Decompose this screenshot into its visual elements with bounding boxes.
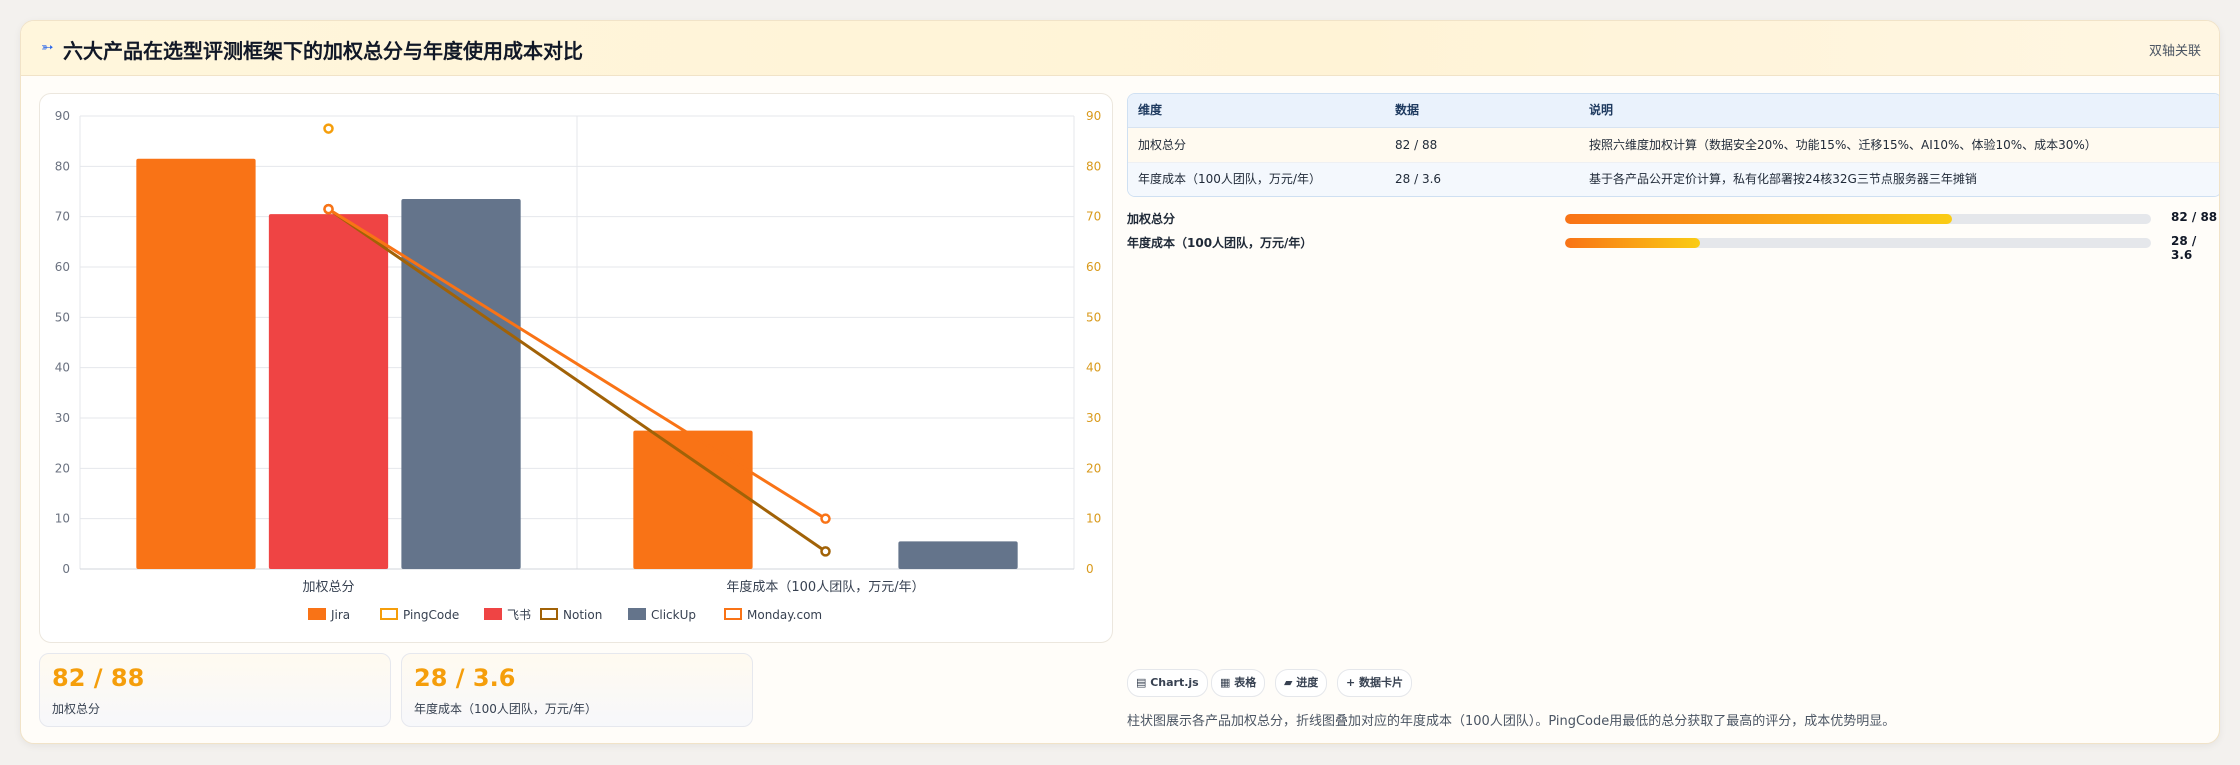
- legend-label-PingCode: PingCode: [403, 608, 459, 622]
- bar-ClickUp: [898, 541, 1018, 569]
- table-header-cell: 维度: [1138, 103, 1163, 117]
- bar-飞书: [268, 214, 389, 569]
- y2-tick-label: 20: [1086, 461, 1101, 475]
- legend-swatch-飞书: [484, 608, 502, 620]
- legend-swatch-Notion: [540, 608, 558, 620]
- legend-label-ClickUp: ClickUp: [651, 608, 696, 622]
- y-tick-label: 50: [55, 310, 70, 324]
- dashboard-card: ➳ 六大产品在选型评测框架下的加权总分与年度使用成本对比 双轴关联 0 0 10 10…: [20, 20, 2220, 744]
- chart-caption: 柱状图展示各产品加权总分，折线图叠加对应的年度成本（100人团队）。PingCo…: [1127, 714, 1896, 729]
- table-row: 加权总分 82 / 88 按照六维度加权计算（数据安全20%、功能15%、迁移1…: [1128, 128, 2219, 163]
- table-cell: 28 / 3.6: [1395, 172, 1442, 186]
- blue-arrow-icon: ➳: [41, 38, 54, 56]
- y2-tick-label: 90: [1086, 109, 1101, 123]
- table-cell: 基于各产品公开定价计算，私有化部署按24核32G三节点服务器三年摊销: [1589, 172, 1977, 186]
- y2-tick-label: 0: [1086, 562, 1094, 576]
- point-Notion: [820, 546, 831, 557]
- y2-tick-label: 60: [1086, 260, 1101, 274]
- progress-fill: [1565, 238, 1700, 248]
- legend-swatch-PingCode: [380, 608, 398, 620]
- legend-label-Monday.com: Monday.com: [747, 608, 822, 622]
- progress-row-cost: 年度成本（100人团队，万元/年） 28 / 3.6: [1127, 232, 2219, 262]
- legend-label-飞书: 飞书: [507, 608, 531, 622]
- progress-value: 28 / 3.6: [2171, 234, 2197, 262]
- legend-label-Jira: Jira: [330, 608, 350, 622]
- y-tick-label: 10: [55, 512, 70, 526]
- y-tick-label: 30: [55, 411, 70, 425]
- bar-ClickUp: [401, 199, 521, 570]
- y-tick-label: 60: [55, 260, 70, 274]
- y2-tick-label: 30: [1086, 411, 1101, 425]
- y2-tick-label: 80: [1086, 159, 1101, 173]
- y2-tick-label: 70: [1086, 210, 1101, 224]
- y-tick-label: 20: [55, 461, 70, 475]
- progress-track: [1565, 238, 2151, 248]
- progress-row-score: 加权总分 82 / 88: [1127, 208, 2219, 228]
- stat-label: 年度成本（100人团队，万元/年）: [414, 702, 597, 716]
- table-cell: 年度成本（100人团队，万元/年）: [1138, 172, 1321, 186]
- progress-label: 加权总分: [1127, 212, 1176, 226]
- x-tick-label: 年度成本（100人团队，万元/年）: [726, 579, 924, 595]
- point-Monday.com: [323, 203, 334, 215]
- stat-value: 82 / 88: [52, 664, 145, 692]
- y-tick-label: 40: [55, 361, 70, 375]
- data-table: 维度 数据 说明 加权总分 82 / 88 按照六维度加权计算（数据安全20%、…: [1127, 93, 2219, 197]
- point-PingCode: [323, 123, 334, 134]
- dual-axis-tag[interactable]: 双轴关联: [2149, 40, 2201, 59]
- y2-tick-label: 50: [1086, 310, 1101, 324]
- chip-chartjs[interactable]: ▤ Chart.js: [1127, 669, 1208, 697]
- page-title: 六大产品在选型评测框架下的加权总分与年度使用成本对比: [63, 39, 583, 63]
- table-cell: 82 / 88: [1395, 138, 1438, 152]
- progress-label: 年度成本（100人团队，万元/年）: [1127, 236, 1313, 250]
- progress-fill: [1565, 214, 1952, 224]
- y-tick-label: 90: [55, 109, 70, 123]
- table-header-cell: 数据: [1395, 103, 1420, 117]
- y-tick-label: 0: [62, 562, 70, 576]
- table-cell: 按照六维度加权计算（数据安全20%、功能15%、迁移15%、AI10%、体验10…: [1589, 138, 2097, 152]
- table-cell: 加权总分: [1138, 138, 1187, 152]
- stat-card-score: 82 / 88 加权总分: [39, 653, 391, 727]
- point-Monday.com: [820, 513, 831, 524]
- progress-track: [1565, 214, 2151, 224]
- stat-card-cost: 28 / 3.6 年度成本（100人团队，万元/年）: [401, 653, 753, 727]
- y2-tick-label: 40: [1086, 361, 1101, 375]
- chip-data-card[interactable]: + 数据卡片: [1337, 669, 1413, 697]
- stat-value: 28 / 3.6: [414, 664, 516, 692]
- combo-chart: 0 0 10 10 20 20 30 30 40 40 50 50 60 60 70 70 80 80 90 90 加权…: [55, 109, 1102, 622]
- table-header: 维度 数据 说明: [1128, 94, 2219, 128]
- y2-tick-label: 10: [1086, 512, 1101, 526]
- header-bar: ➳ 六大产品在选型评测框架下的加权总分与年度使用成本对比 双轴关联: [21, 21, 2219, 76]
- legend-swatch-Monday.com: [724, 608, 742, 620]
- x-tick-label: 加权总分: [302, 579, 354, 595]
- legend-swatch-ClickUp: [628, 608, 646, 620]
- table-row: 年度成本（100人团队，万元/年） 28 / 3.6 基于各产品公开定价计算，私…: [1128, 163, 2219, 196]
- table-header-cell: 说明: [1589, 103, 1614, 117]
- y-tick-label: 70: [55, 210, 70, 224]
- legend-label-Notion: Notion: [563, 608, 602, 622]
- chip-progress[interactable]: ▰ 进度: [1275, 669, 1328, 697]
- stat-label: 加权总分: [52, 702, 101, 716]
- y-tick-label: 80: [55, 159, 70, 173]
- legend-swatch-Jira: [308, 608, 326, 620]
- chip-table[interactable]: ▦ 表格: [1211, 669, 1266, 697]
- bar-Jira: [633, 430, 753, 569]
- chart-container: 0 0 10 10 20 20 30 30 40 40 50 50 60 60 70 70 80 80 90 90 加权…: [39, 93, 1113, 643]
- bar-Jira: [136, 158, 256, 569]
- progress-value: 82 / 88: [2171, 210, 2218, 224]
